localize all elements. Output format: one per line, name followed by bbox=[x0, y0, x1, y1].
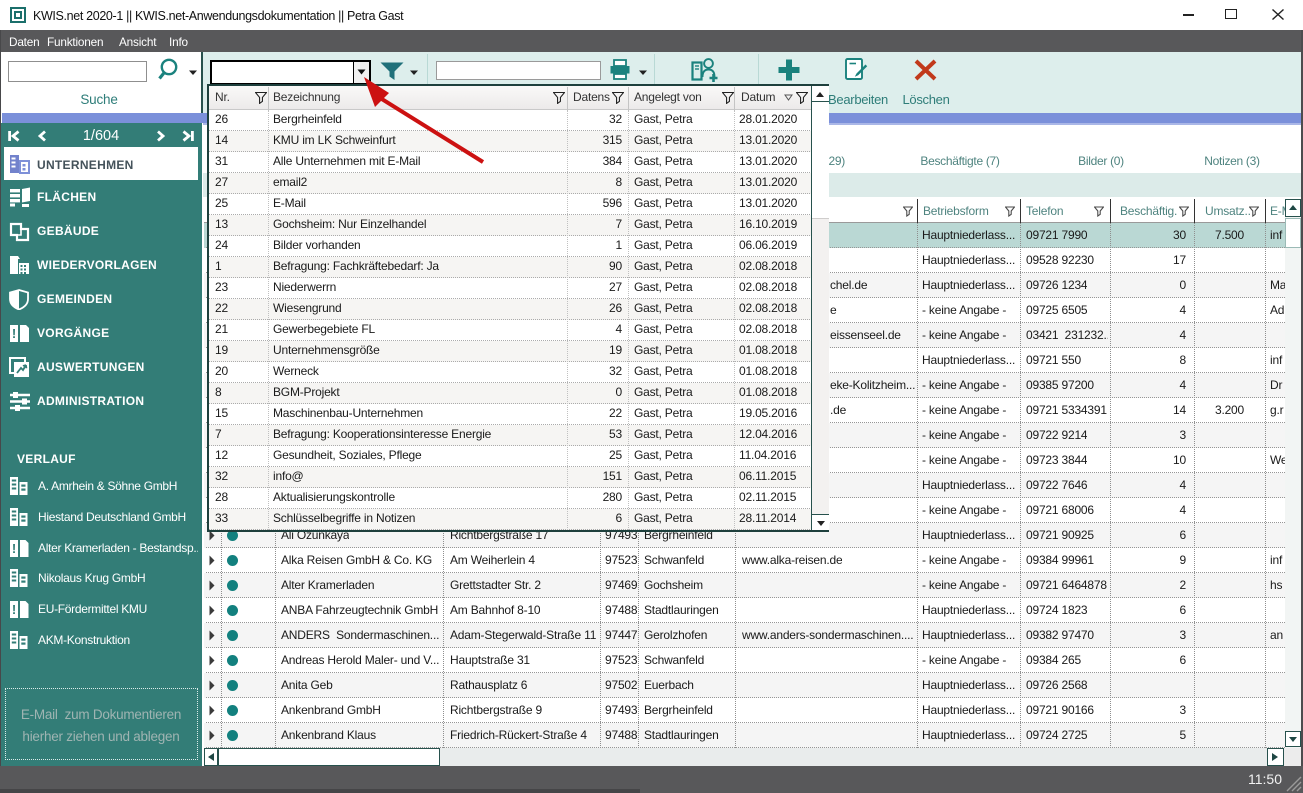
svg-text:!: ! bbox=[12, 541, 16, 556]
svg-text:!: ! bbox=[12, 326, 16, 341]
svg-text:!: ! bbox=[12, 602, 16, 617]
